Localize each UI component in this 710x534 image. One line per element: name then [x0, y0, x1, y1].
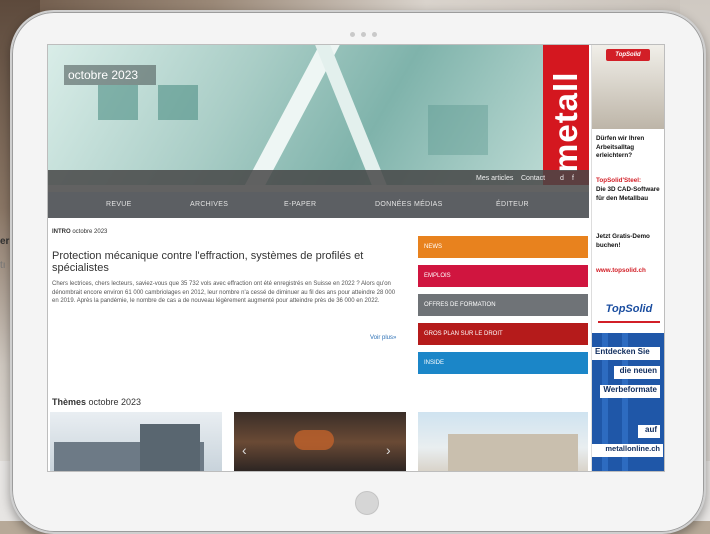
issue-date: octobre 2023 [64, 65, 156, 85]
advertisement-column[interactable]: TopSolid Dürfen wir Ihren Arbeitsalltag … [591, 45, 664, 471]
ad-line: Dürfen wir Ihren Arbeitsalltag erleichte… [596, 135, 645, 159]
background-text-fragment: tı [0, 260, 6, 271]
ad-blue-line[interactable]: metallonline.ch [592, 444, 663, 457]
category-news[interactable]: NEWS [418, 236, 588, 258]
ad-blue-line: die neuen [614, 366, 660, 379]
brand-logo[interactable]: metall [547, 63, 585, 173]
article-body: Chers lectrices, chers lecteurs, saviez-… [52, 281, 396, 304]
home-button[interactable] [355, 491, 379, 515]
category-law[interactable]: GROS PLAN SUR LE DROIT [418, 323, 588, 345]
category-inside[interactable]: INSIDE [418, 352, 588, 374]
ad-blue-line: Werbeformate [600, 385, 660, 398]
theme-thumbnail-workshop[interactable]: ‹ › [234, 412, 406, 471]
my-articles-link[interactable]: Mes articles [476, 175, 513, 182]
carousel-prev-icon[interactable]: ‹ [242, 442, 247, 458]
ad-line: Jetzt Gratis-Demo buchen! [596, 233, 650, 249]
topsolid-logo-large: TopSolid [598, 303, 660, 323]
ad-blue-line: Entdecken Sie [592, 347, 660, 360]
language-f-link[interactable]: f [572, 175, 574, 182]
themes-heading: Thèmes octobre 2023 [52, 397, 142, 407]
nav-item-publisher[interactable]: ÉDITEUR [496, 201, 529, 208]
article-headline[interactable]: Protection mécanique contre l'effraction… [52, 250, 402, 274]
ad-line: TopSolid'Steel: [596, 177, 642, 184]
ad-blue-line: auf [638, 425, 660, 438]
theme-thumbnail-facade[interactable] [418, 412, 588, 471]
category-training[interactable]: OFFRES DE FORMATION [418, 294, 588, 316]
ad-line: Die 3D CAD-Software für den Metallbau [596, 186, 660, 202]
website-screen: octobre 2023 metall Mes articles Contact… [47, 44, 665, 472]
contact-link[interactable]: Contact [521, 175, 545, 182]
theme-thumbnail-building[interactable] [50, 412, 222, 471]
utility-bar: Mes articles Contact d f [48, 170, 589, 192]
ad-link[interactable]: www.topsolid.ch [596, 267, 662, 276]
intro-label: INTRO octobre 2023 [52, 229, 108, 235]
nav-item-archives[interactable]: ARCHIVES [190, 201, 228, 208]
camera-dots [350, 32, 377, 37]
background-text-fragment: er [0, 236, 10, 247]
nav-item-epaper[interactable]: E-PAPER [284, 201, 316, 208]
carousel-next-icon[interactable]: › [386, 442, 391, 458]
read-more-link[interactable]: Voir plus» [370, 335, 396, 341]
topsolid-logo-small: TopSolid [606, 49, 650, 61]
main-nav: REVUE ARCHIVES E-PAPER DONNÉES MÉDIAS ÉD… [48, 192, 589, 218]
language-d-link[interactable]: d [560, 175, 564, 182]
nav-item-revue[interactable]: REVUE [106, 201, 132, 208]
hero-banner: octobre 2023 metall [48, 45, 589, 185]
ad-blue-panel: Entdecken Sie die neuen Werbeformate auf… [592, 333, 664, 471]
nav-item-media-data[interactable]: DONNÉES MÉDIAS [375, 201, 443, 208]
category-jobs[interactable]: EMPLOIS [418, 265, 588, 287]
